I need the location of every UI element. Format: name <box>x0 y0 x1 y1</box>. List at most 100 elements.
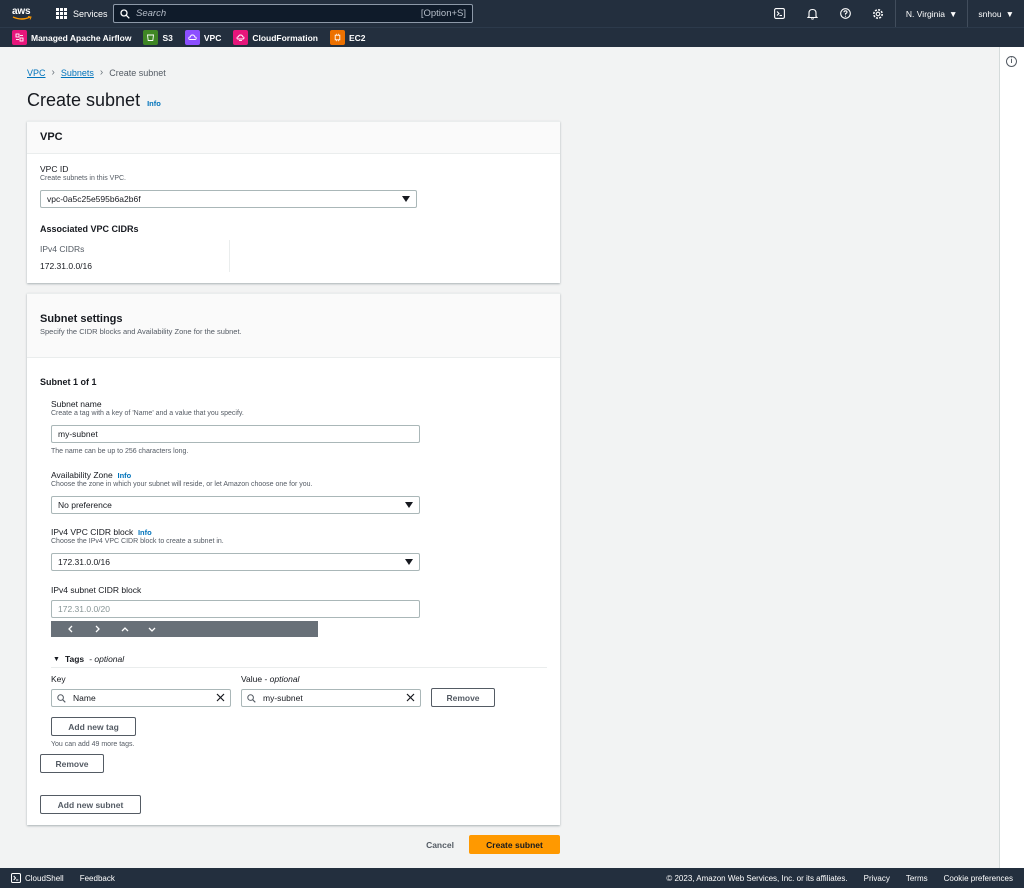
s3-icon <box>143 30 159 45</box>
terminal-icon <box>773 8 785 19</box>
tag-key-header: Key <box>51 674 66 684</box>
help-icon <box>840 8 851 19</box>
column-divider <box>229 240 230 272</box>
caret-down-icon <box>402 196 410 202</box>
settings-button[interactable] <box>862 8 895 20</box>
search-icon <box>120 8 130 19</box>
ipv4-cidrs-value: 172.31.0.0/16 <box>40 261 92 271</box>
vpc-id-label: VPC ID <box>40 164 69 174</box>
cloudshell-button[interactable] <box>763 8 796 19</box>
bell-icon <box>806 8 818 20</box>
search-placeholder: Search <box>136 8 167 19</box>
vpc-id-description: Create subnets in this VPC. <box>40 175 126 182</box>
subnet-cidr-placeholder: 172.31.0.0/20 <box>58 604 110 614</box>
subnet-settings-title: Subnet settings <box>40 313 123 325</box>
az-value: No preference <box>58 500 112 510</box>
favorite-ec2[interactable]: EC2 <box>329 30 366 45</box>
remove-subnet-button[interactable]: Remove <box>40 754 104 773</box>
terms-link[interactable]: Terms <box>906 874 928 883</box>
cookie-preferences-link[interactable]: Cookie preferences <box>944 874 1013 883</box>
services-label: Services <box>73 8 108 19</box>
vpc-id-select[interactable]: vpc-0a5c25e595b6a2b6f <box>40 190 417 208</box>
vpc-cidr-info-link[interactable]: Info <box>138 528 152 537</box>
chevron-down-icon[interactable] <box>138 626 165 633</box>
cloudformation-icon <box>233 30 249 45</box>
caret-down-icon <box>405 502 413 508</box>
favorite-label: VPC <box>203 32 222 43</box>
clear-key-icon[interactable] <box>216 693 225 704</box>
create-subnet-button[interactable]: Create subnet <box>469 835 560 854</box>
tags-expander[interactable]: ▼ Tags - optional <box>53 654 124 664</box>
terminal-icon <box>11 873 21 883</box>
availability-zone-select[interactable]: No preference <box>51 496 420 514</box>
account-menu[interactable]: snhou ▼ <box>968 9 1024 19</box>
notifications-button[interactable] <box>796 8 829 20</box>
favorite-vpc[interactable]: VPC <box>184 30 222 45</box>
vpc-cidr-select[interactable]: 172.31.0.0/16 <box>51 553 420 571</box>
tags-label: Tags <box>64 654 85 664</box>
az-info-link[interactable]: Info <box>117 471 131 480</box>
caret-down-icon: ▼ <box>948 8 958 19</box>
favorites-bar: Managed Apache Airflow S3 VPC CloudForma… <box>0 27 1024 47</box>
user-label: snhou <box>978 8 1002 19</box>
cloudshell-footer-link[interactable]: CloudShell <box>11 873 64 883</box>
services-menu-button[interactable]: Services <box>56 8 108 19</box>
top-right-utilities: N. Virginia ▼ snhou ▼ <box>763 0 1024 27</box>
tag-key-input[interactable]: Name <box>51 689 231 707</box>
add-new-subnet-button[interactable]: Add new subnet <box>40 795 141 814</box>
subnet-name-input[interactable]: my-subnet <box>51 425 420 443</box>
chevron-right-icon: › <box>51 67 55 78</box>
page-info-link[interactable]: Info <box>147 99 161 108</box>
subnet-settings-description: Specify the CIDR blocks and Availability… <box>40 327 242 336</box>
vpc-cidr-description: Choose the IPv4 VPC CIDR block to create… <box>51 538 224 545</box>
breadcrumb-vpc[interactable]: VPC <box>27 68 46 78</box>
info-panel-icon[interactable]: i <box>1006 56 1017 67</box>
tag-value-optional: optional <box>269 674 300 684</box>
breadcrumb-current: Create subnet <box>109 67 166 78</box>
utility-rail: i <box>999 47 1024 868</box>
add-new-tag-button[interactable]: Add new tag <box>51 717 136 736</box>
favorite-cloudformation[interactable]: CloudFormation <box>233 30 318 45</box>
breadcrumb-subnets[interactable]: Subnets <box>61 68 94 78</box>
top-navigation: aws Services Search [Option+S] N. Virgin… <box>0 0 1024 27</box>
clear-value-icon[interactable] <box>406 693 415 704</box>
aws-smile-icon <box>12 15 32 20</box>
subnet-cidr-label: IPv4 subnet CIDR block <box>51 585 142 595</box>
chevron-right-icon[interactable] <box>84 625 111 633</box>
vpc-cidr-label-row: IPv4 VPC CIDR block Info <box>51 527 224 537</box>
services-grid-icon <box>56 8 67 19</box>
favorite-managed-apache-airflow[interactable]: Managed Apache Airflow <box>12 30 131 45</box>
tag-value-input[interactable]: my-subnet <box>241 689 421 707</box>
feedback-link[interactable]: Feedback <box>80 874 115 883</box>
cidr-stepper-toolbar <box>51 621 318 637</box>
help-button[interactable] <box>829 8 862 19</box>
chevron-right-icon: › <box>99 67 104 78</box>
favorite-label: S3 <box>162 32 173 43</box>
favorite-label: Managed Apache Airflow <box>31 32 132 43</box>
subnet-name-value: my-subnet <box>58 429 98 439</box>
tags-optional-row: - optional <box>89 654 125 664</box>
page-title: Create subnet <box>27 90 141 110</box>
global-search-input[interactable]: Search [Option+S] <box>113 4 473 23</box>
vpc-panel: VPC VPC ID Create subnets in this VPC. v… <box>27 121 560 283</box>
vpc-cidr-label: IPv4 VPC CIDR block <box>51 527 134 537</box>
vpc-id-label-block: VPC ID Create subnets in this VPC. <box>40 164 126 182</box>
cancel-button[interactable]: Cancel <box>418 835 462 854</box>
region-selector[interactable]: N. Virginia ▼ <box>896 9 967 19</box>
remove-tag-button[interactable]: Remove <box>431 688 495 707</box>
vpc-id-value: vpc-0a5c25e595b6a2b6f <box>47 194 141 204</box>
gear-icon <box>873 8 884 19</box>
subnet-name-label-block: Subnet name Create a tag with a key of '… <box>51 399 244 417</box>
vpc-panel-title: VPC <box>40 131 63 143</box>
privacy-link[interactable]: Privacy <box>864 874 890 883</box>
tag-value-header-row: Value - optional <box>241 674 300 684</box>
tag-value-value: my-subnet <box>263 693 303 703</box>
favorite-s3[interactable]: S3 <box>143 30 173 45</box>
aws-logo[interactable]: aws <box>12 4 42 24</box>
vpc-cidr-label-block: IPv4 VPC CIDR block Info Choose the IPv4… <box>51 527 224 545</box>
chevron-up-icon[interactable] <box>111 626 138 633</box>
subnet-cidr-input[interactable]: 172.31.0.0/20 <box>51 600 420 618</box>
associated-cidrs-heading: Associated VPC CIDRs <box>40 224 139 234</box>
console-footer: CloudShell Feedback © 2023, Amazon Web S… <box>0 868 1024 888</box>
chevron-left-icon[interactable] <box>57 625 84 633</box>
